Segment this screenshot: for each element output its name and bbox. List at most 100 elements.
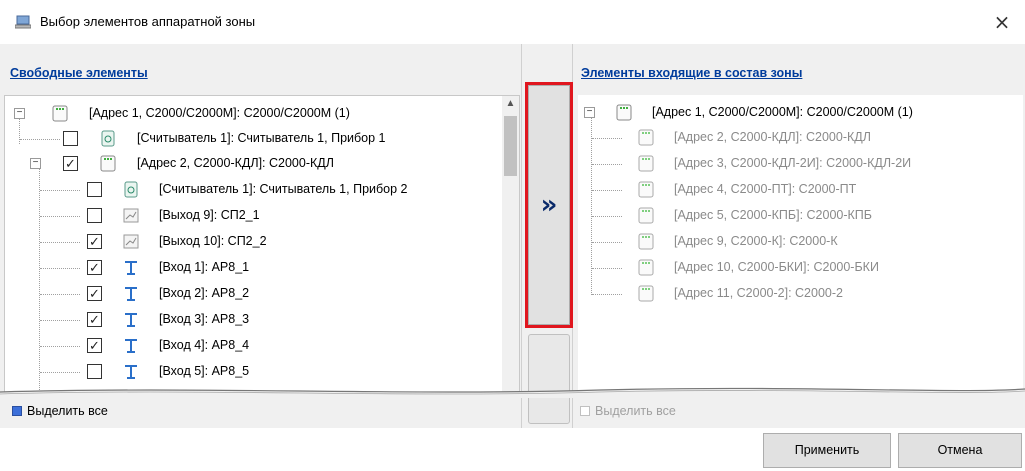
tree-guide [40,294,80,295]
tree-row-label: [Адрес 9, С2000-К]: С2000-К [674,234,838,248]
select-all-label: Выделить все [595,404,676,418]
tree-guide [592,268,622,269]
row-checkbox[interactable]: ✓ [87,286,102,301]
reader-icon [101,130,115,147]
collapse-icon[interactable]: − [584,107,595,118]
row-checkbox[interactable] [87,182,102,197]
row-checkbox[interactable] [87,364,102,379]
remove-from-zone-button[interactable] [528,334,570,424]
tree-row[interactable]: [Адрес 2, С2000-КДЛ]: С2000-КДЛ [578,125,1023,151]
device-icon [638,207,654,224]
collapse-icon[interactable]: − [14,108,25,119]
tree-row[interactable]: [Считыватель 1]: Считыватель 1, Прибор 1 [5,126,500,152]
torn-edge [0,387,1025,398]
dialog-content: Свободные элементы Элементы входящие в с… [0,44,1025,428]
tree-row[interactable]: [Адрес 11, С2000-2]: С2000-2 [578,281,1023,307]
tree-guide [592,294,622,295]
cancel-button[interactable]: Отмена [898,433,1022,468]
device-icon [638,233,654,250]
tree-guide [592,138,622,139]
tree-guide [20,139,60,140]
tree-guide [592,164,622,165]
select-all-right: Выделить все [580,402,780,422]
left-pane-header: Свободные элементы [0,44,521,96]
device-icon [638,181,654,198]
tree-row-label: [Считыватель 1]: Считыватель 1, Прибор 2 [159,182,408,196]
tree-row[interactable]: [Адрес 10, С2000-БКИ]: С2000-БКИ [578,255,1023,281]
tree-row[interactable]: ✓ [Вход 1]: АР8_1 [5,255,500,281]
free-elements-tree[interactable]: − [Адрес 1, С2000/С2000М]: С2000/С2000М … [4,95,520,395]
tree-row[interactable]: ✓ [Вход 2]: АР8_2 [5,281,500,307]
tree-guide [40,216,80,217]
vertical-scrollbar[interactable]: ▲ [502,96,519,394]
tree-row[interactable]: − ✓ [Адрес 2, С2000-КДЛ]: С2000-КДЛ [5,151,500,177]
tree-row[interactable]: [Адрес 9, С2000-К]: С2000-К [578,229,1023,255]
tree-row-label: [Адрес 4, С2000-ПТ]: С2000-ПТ [674,182,857,196]
tree-guide [40,372,80,373]
select-all-checkbox [580,406,590,416]
device-icon [52,105,68,122]
input-icon [125,287,137,301]
tree-guide [40,242,80,243]
tree-guide [592,190,622,191]
tree-row-label: [Вход 1]: АР8_1 [159,260,250,274]
output-icon [123,208,139,223]
apply-button[interactable]: Применить [763,433,891,468]
select-all-checkbox[interactable] [12,406,22,416]
transfer-area: » [521,44,573,428]
reader-icon [124,181,138,198]
tree-row[interactable]: ✓ [Выход 10]: СП2_2 [5,229,500,255]
tree-row[interactable]: [Вход 5]: АР8_5 [5,359,500,385]
dialog-footer: Применить Отмена [0,428,1025,471]
tree-row-label: [Адрес 1, С2000/С2000М]: С2000/С2000М (1… [652,105,913,119]
device-icon [638,155,654,172]
row-checkbox[interactable]: ✓ [87,312,102,327]
tree-row[interactable]: − [Адрес 1, С2000/С2000М]: С2000/С2000М … [5,101,500,127]
zone-elements-tree[interactable]: − [Адрес 1, С2000/С2000М]: С2000/С2000М … [578,95,1023,395]
tree-guide [40,320,80,321]
tree-row[interactable]: [Выход 9]: СП2_1 [5,203,500,229]
tree-row-label: [Адрес 2, С2000-КДЛ]: С2000-КДЛ [137,156,334,170]
tree-row[interactable]: − [Адрес 1, С2000/С2000М]: С2000/С2000М … [578,100,1023,126]
scroll-thumb[interactable] [504,116,517,176]
tree-row[interactable]: ✓ [Вход 4]: АР8_4 [5,333,500,359]
device-icon [638,129,654,146]
row-checkbox[interactable]: ✓ [87,260,102,275]
close-button[interactable]: × [979,0,1025,44]
input-icon [125,339,137,353]
tree-row-label: [Адрес 10, С2000-БКИ]: С2000-БКИ [674,260,879,274]
device-icon [638,259,654,276]
tree-row-label: [Адрес 3, С2000-КДЛ-2И]: С2000-КДЛ-2И [674,156,912,170]
window-title: Выбор элементов аппаратной зоны [40,14,256,29]
collapse-icon[interactable]: − [30,158,41,169]
tree-row-label: [Вход 3]: АР8_3 [159,312,250,326]
row-checkbox[interactable] [63,131,78,146]
tree-row[interactable]: [Адрес 5, С2000-КПБ]: С2000-КПБ [578,203,1023,229]
tree-row-label: [Адрес 2, С2000-КДЛ]: С2000-КДЛ [674,130,871,144]
scroll-up-icon[interactable]: ▲ [502,98,519,114]
row-checkbox[interactable]: ✓ [63,156,78,171]
input-icon [125,313,137,327]
row-checkbox[interactable]: ✓ [87,234,102,249]
tree-row[interactable]: [Адрес 4, С2000-ПТ]: С2000-ПТ [578,177,1023,203]
tree-row-label: [Вход 2]: АР8_2 [159,286,250,300]
device-icon [638,285,654,302]
tree-row[interactable]: ✓ [Вход 3]: АР8_3 [5,307,500,333]
tree-guide [40,190,80,191]
tree-row-label: [Считыватель 1]: Считыватель 1, Прибор 1 [137,131,386,145]
row-checkbox[interactable]: ✓ [87,338,102,353]
row-checkbox[interactable] [87,208,102,223]
select-all-left[interactable]: Выделить все [12,402,212,422]
highlight-frame [525,82,573,328]
tree-row[interactable]: [Считыватель 1]: Считыватель 1, Прибор 2 [5,177,500,203]
tree-guide [40,346,80,347]
title-bar: Выбор элементов аппаратной зоны × [0,0,1025,44]
right-pane-header: Элементы входящие в состав зоны [573,44,1025,96]
tree-row[interactable]: [Адрес 3, С2000-КДЛ-2И]: С2000-КДЛ-2И [578,151,1023,177]
input-icon [125,365,137,379]
tree-guide [40,268,80,269]
device-icon [616,104,632,121]
free-elements-title: Свободные элементы [10,66,148,80]
tree-row-label: [Выход 9]: СП2_1 [159,208,260,222]
tree-row-label: [Адрес 5, С2000-КПБ]: С2000-КПБ [674,208,872,222]
